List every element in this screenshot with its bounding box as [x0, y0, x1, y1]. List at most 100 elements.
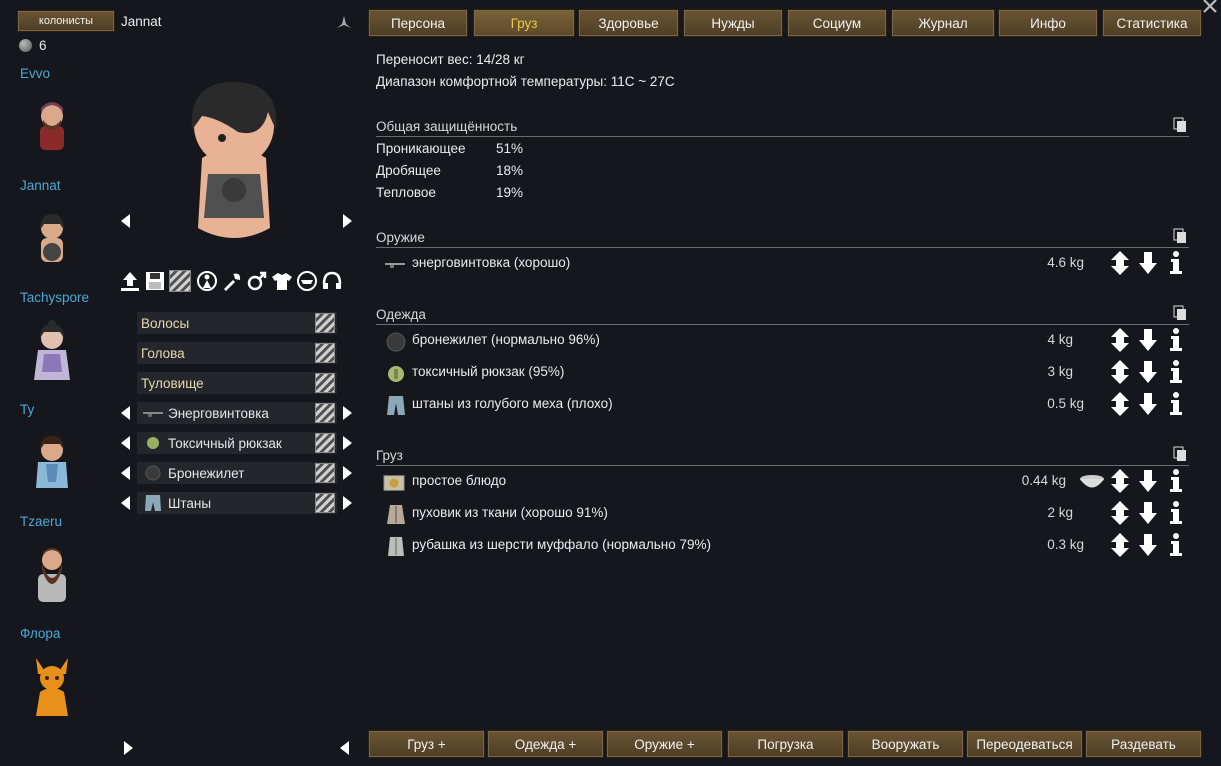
- colonist-portrait[interactable]: [26, 210, 78, 272]
- slot-label: Туловище: [141, 375, 204, 391]
- prev-colonist-arrow[interactable]: [121, 214, 130, 228]
- slot-hair[interactable]: Волосы: [137, 312, 337, 334]
- section-divider: [376, 465, 1189, 466]
- info-icon[interactable]: [1165, 391, 1187, 417]
- male-icon[interactable]: [246, 270, 268, 292]
- item-name: токсичный рюкзак (95%): [412, 364, 565, 379]
- add-cargo-button[interactable]: Груз +: [368, 730, 485, 758]
- colonist-count: 6: [39, 38, 47, 53]
- colonist-name[interactable]: Tachyspore: [20, 290, 89, 305]
- slot-torso[interactable]: Туловище: [137, 372, 337, 394]
- slot-prev-arrow[interactable]: [121, 466, 130, 480]
- clear-slot-icon[interactable]: [315, 493, 335, 513]
- colonist-name[interactable]: Флора: [20, 626, 60, 641]
- colonist-name[interactable]: Evvo: [20, 66, 50, 81]
- tab-needs[interactable]: Нужды: [683, 9, 783, 37]
- colonist-portrait[interactable]: [26, 544, 78, 606]
- copy-icon[interactable]: [1173, 305, 1187, 321]
- slot-backpack[interactable]: Токсичный рюкзак: [137, 432, 337, 454]
- next-colonist-arrow[interactable]: [343, 214, 352, 228]
- tab-info[interactable]: Инфо: [998, 9, 1098, 37]
- pawn-icon[interactable]: [196, 270, 218, 292]
- tab-health[interactable]: Здоровье: [578, 9, 679, 37]
- clear-slot-icon[interactable]: [315, 343, 335, 363]
- updown-icon[interactable]: [1109, 468, 1131, 494]
- scroll-left-arrow[interactable]: [340, 741, 349, 755]
- tab-stats[interactable]: Статистика: [1102, 9, 1202, 37]
- tab-persona[interactable]: Персона: [368, 9, 468, 37]
- info-icon[interactable]: [1165, 359, 1187, 385]
- shirt-icon[interactable]: [271, 270, 293, 292]
- colonist-name[interactable]: Jannat: [20, 178, 61, 193]
- updown-icon[interactable]: [1109, 327, 1131, 353]
- slot-next-arrow[interactable]: [343, 436, 352, 450]
- info-icon[interactable]: [1165, 532, 1187, 558]
- slot-vest[interactable]: Бронежилет: [137, 462, 337, 484]
- colonist-portrait[interactable]: [26, 432, 78, 494]
- updown-icon[interactable]: [1109, 500, 1131, 526]
- slot-prev-arrow[interactable]: [121, 496, 130, 510]
- arm-button[interactable]: Вооружать: [847, 730, 964, 758]
- clear-slot-icon[interactable]: [315, 463, 335, 483]
- add-apparel-button[interactable]: Одежда +: [487, 730, 604, 758]
- close-icon[interactable]: [1202, 0, 1218, 14]
- undress-button[interactable]: Раздевать: [1085, 730, 1202, 758]
- slot-label: Бронежилет: [168, 465, 245, 481]
- tab-cargo[interactable]: Груз: [473, 9, 575, 37]
- scroll-right-arrow[interactable]: [124, 741, 133, 755]
- drop-icon[interactable]: [1137, 327, 1159, 353]
- slot-prev-arrow[interactable]: [121, 406, 130, 420]
- copy-icon[interactable]: [1173, 228, 1187, 244]
- headgear-icon[interactable]: [321, 270, 343, 292]
- upload-icon[interactable]: [119, 270, 141, 292]
- slot-next-arrow[interactable]: [343, 466, 352, 480]
- updown-icon[interactable]: [1109, 250, 1131, 276]
- updown-icon[interactable]: [1109, 532, 1131, 558]
- slot-head[interactable]: Голова: [137, 342, 337, 364]
- tab-social[interactable]: Социум: [787, 9, 887, 37]
- redress-button[interactable]: Переодеваться: [966, 730, 1083, 758]
- clear-slot-icon[interactable]: [315, 403, 335, 423]
- drop-icon[interactable]: [1137, 532, 1159, 558]
- save-icon[interactable]: [144, 270, 166, 292]
- load-button[interactable]: Погрузка: [727, 730, 844, 758]
- updown-icon[interactable]: [1109, 391, 1131, 417]
- colonist-name[interactable]: Tzaeru: [20, 514, 62, 529]
- drop-icon[interactable]: [1137, 500, 1159, 526]
- copy-icon[interactable]: [1173, 117, 1187, 133]
- slot-weapon[interactable]: Энерговинтовка: [137, 402, 337, 424]
- tab-log[interactable]: Журнал: [891, 9, 995, 37]
- updown-icon[interactable]: [1109, 359, 1131, 385]
- drop-icon[interactable]: [1137, 468, 1159, 494]
- copy-icon[interactable]: [1173, 446, 1187, 462]
- drop-icon[interactable]: [1137, 250, 1159, 276]
- slot-next-arrow[interactable]: [343, 496, 352, 510]
- info-icon[interactable]: [1165, 250, 1187, 276]
- hatch-icon[interactable]: [169, 270, 191, 292]
- colonist-portrait[interactable]: [26, 320, 78, 382]
- drop-icon[interactable]: [1137, 359, 1159, 385]
- drop-icon[interactable]: [1137, 391, 1159, 417]
- info-icon[interactable]: [1165, 500, 1187, 526]
- clear-slot-icon[interactable]: [315, 433, 335, 453]
- colonist-portrait[interactable]: [26, 656, 78, 718]
- cargo-section-title: Груз: [376, 448, 403, 463]
- colonist-name[interactable]: Ty: [20, 402, 34, 417]
- armor-value: 18%: [496, 163, 524, 178]
- wrench-icon[interactable]: [221, 270, 243, 292]
- info-icon[interactable]: [1165, 468, 1187, 494]
- bowl-icon[interactable]: [1079, 472, 1105, 492]
- slot-prev-arrow[interactable]: [121, 436, 130, 450]
- clear-slot-icon[interactable]: [315, 313, 335, 333]
- rifle-icon: [385, 263, 405, 268]
- collapse-icon[interactable]: [336, 14, 352, 30]
- slot-next-arrow[interactable]: [343, 406, 352, 420]
- add-weapon-button[interactable]: Оружие +: [606, 730, 723, 758]
- colonists-button[interactable]: колонисты: [17, 10, 115, 32]
- info-icon[interactable]: [1165, 327, 1187, 353]
- slot-label: Токсичный рюкзак: [168, 435, 282, 451]
- slot-pants[interactable]: Штаны: [137, 492, 337, 514]
- helmet-icon[interactable]: [296, 270, 318, 292]
- clear-slot-icon[interactable]: [315, 373, 335, 393]
- colonist-portrait[interactable]: [26, 98, 78, 160]
